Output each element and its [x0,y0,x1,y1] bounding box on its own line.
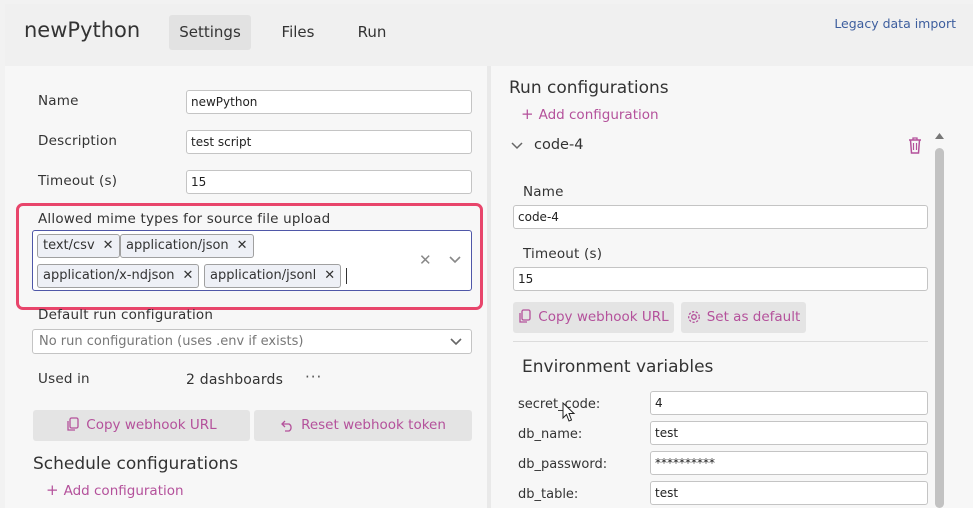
scroll-up-arrow-icon[interactable] [934,132,945,140]
run-config-timeout-input[interactable]: 15 [513,267,928,291]
reset-webhook-token-button[interactable]: Reset webhook token [254,410,472,441]
clear-all-icon[interactable]: ✕ [419,251,432,269]
copy-webhook-url-button[interactable]: Copy webhook URL [33,410,250,441]
run-config-copy-webhook-button[interactable]: Copy webhook URL [513,302,674,333]
section-divider [513,341,928,342]
run-config-timeout-label: Timeout (s) [523,246,603,262]
mime-chip-application-jsonl: application/jsonl ✕ [204,264,342,288]
copy-icon [519,309,531,323]
default-run-select[interactable]: No run configuration (uses .env if exist… [32,329,472,354]
run-config-name[interactable]: code-4 [534,137,583,153]
undo-icon [281,420,292,432]
mime-chip-label: text/csv [43,238,95,253]
gear-icon [687,311,700,323]
legacy-data-import-link[interactable]: Legacy data import [834,16,956,31]
chevron-down-icon[interactable] [448,255,462,265]
remove-chip-icon[interactable]: ✕ [183,268,194,283]
timeout-input[interactable]: 15 [186,170,472,194]
env-key: db_name: [518,427,583,442]
env-value-input[interactable]: test [650,481,928,505]
env-key: secret_code: [518,397,601,412]
name-label: Name [38,93,79,109]
remove-chip-icon[interactable]: ✕ [324,268,335,283]
mime-chip-label: application/x-ndjson [43,268,175,283]
mime-chip-text-csv: text/csv ✕ [37,234,120,258]
chevron-down-icon[interactable] [510,141,524,151]
add-run-configuration-link[interactable]: + Add configuration [521,105,659,123]
used-in-label: Used in [38,371,90,387]
set-as-default-button[interactable]: Set as default [681,302,806,333]
mime-types-label: Allowed mime types for source file uploa… [38,211,331,227]
plus-icon: + [521,105,534,123]
tab-settings[interactable]: Settings [169,15,251,50]
env-key: db_password: [518,457,608,472]
mime-chip-label: application/json [126,238,229,253]
remove-chip-icon[interactable]: ✕ [237,238,248,253]
description-label: Description [38,133,118,149]
app-title: newPython [24,18,141,42]
tab-run[interactable]: Run [348,15,396,50]
add-schedule-configuration-link[interactable]: + Add configuration [46,481,184,499]
name-input[interactable]: newPython [186,90,472,114]
default-run-value: No run configuration (uses .env if exist… [39,334,304,349]
top-bar [5,4,973,66]
used-in-value: 2 dashboards [186,372,284,388]
mime-chip-application-json: application/json ✕ [120,234,254,258]
default-run-label: Default run configuration [38,307,214,323]
timeout-label: Timeout (s) [38,173,118,189]
env-key: db_table: [518,487,579,502]
run-configurations-title: Run configurations [509,78,669,98]
remove-chip-icon[interactable]: ✕ [103,238,114,253]
mouse-cursor-icon [562,402,576,422]
run-config-name-input[interactable]: code-4 [513,205,928,229]
environment-variables-title: Environment variables [522,357,714,377]
text-caret [346,268,347,284]
mime-chip-application-x-ndjson: application/x-ndjson ✕ [37,264,200,288]
copy-icon [67,417,79,431]
plus-icon: + [46,481,59,499]
more-options-icon[interactable]: ··· [305,368,322,386]
trash-icon[interactable] [906,136,924,155]
env-value-input[interactable]: ********** [650,451,928,475]
env-value-input[interactable]: 4 [650,391,928,415]
chevron-down-icon[interactable] [449,337,463,347]
env-value-input[interactable]: test [650,421,928,445]
scrollbar-thumb[interactable] [935,148,944,508]
run-config-name-label: Name [523,184,564,200]
tab-files[interactable]: Files [272,15,324,50]
schedule-configurations-title: Schedule configurations [33,454,239,474]
mime-chip-label: application/jsonl [210,268,317,283]
description-input[interactable]: test script [186,130,472,154]
